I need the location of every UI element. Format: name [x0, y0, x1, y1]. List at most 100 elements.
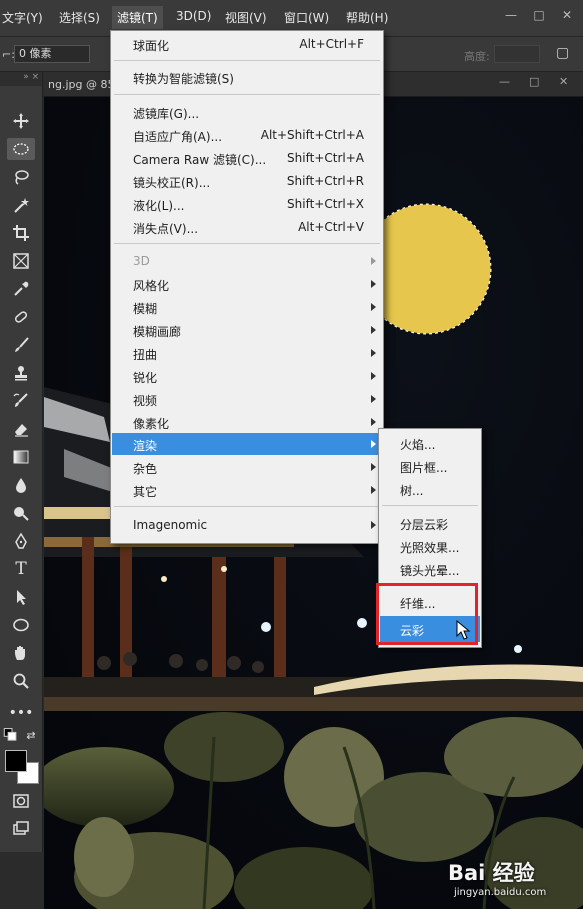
- menu-item-vanishing-point[interactable]: 消失点(V)... Alt+Ctrl+V: [112, 216, 382, 238]
- path-selection-icon[interactable]: [7, 586, 35, 608]
- menu-item-label: 转换为智能滤镜(S): [133, 72, 234, 86]
- baidu-logo: Bai 经验: [448, 861, 535, 885]
- menu-help[interactable]: 帮助(H): [346, 9, 388, 26]
- brush-icon[interactable]: [7, 334, 35, 356]
- frame-icon[interactable]: [7, 250, 35, 272]
- menu-item-label: 其它: [133, 485, 158, 499]
- submenu-arrow-icon: [371, 303, 376, 311]
- close-icon[interactable]: ✕: [553, 5, 581, 25]
- submenu-item-difference-clouds[interactable]: 分层云彩: [380, 512, 480, 534]
- menu-item-blur[interactable]: 模糊: [112, 296, 382, 318]
- default-colors-icon[interactable]: [3, 728, 21, 742]
- doc-minimize-icon[interactable]: —: [499, 75, 510, 88]
- quick-mask-icon[interactable]: [7, 790, 35, 812]
- menu-item-label: 像素化: [133, 417, 170, 431]
- gradient-icon[interactable]: [7, 446, 35, 468]
- menu-filter[interactable]: 滤镜(T): [112, 6, 163, 29]
- menu-item-label: 树...: [400, 484, 424, 498]
- panel-icon[interactable]: ▢: [556, 45, 569, 61]
- menu-item-distort[interactable]: 扭曲: [112, 342, 382, 364]
- menu-3d[interactable]: 3D(D): [176, 9, 211, 23]
- annotation-highlight-box: [376, 583, 478, 645]
- menu-item-liquify[interactable]: 液化(L)... Shift+Ctrl+X: [112, 193, 382, 215]
- eraser-icon[interactable]: [7, 418, 35, 440]
- menu-window[interactable]: 窗口(W): [284, 9, 329, 26]
- menu-item-render[interactable]: 渲染: [112, 433, 382, 455]
- menu-separator: [114, 243, 380, 244]
- height-input[interactable]: [494, 45, 540, 63]
- healing-brush-icon[interactable]: [7, 306, 35, 328]
- submenu-arrow-icon: [371, 418, 376, 426]
- menu-item-blur-gallery[interactable]: 模糊画廊: [112, 319, 382, 341]
- menu-item-label: 视频: [133, 394, 158, 408]
- menu-item-pixelate[interactable]: 像素化: [112, 411, 382, 433]
- menu-item-label: 滤镜库(G)...: [133, 107, 200, 121]
- menu-view[interactable]: 视图(V): [225, 9, 267, 26]
- swap-colors-icon[interactable]: ⇄: [24, 728, 38, 742]
- dodge-icon[interactable]: [7, 502, 35, 524]
- menu-item-video[interactable]: 视频: [112, 388, 382, 410]
- menu-item-noise[interactable]: 杂色: [112, 456, 382, 478]
- zoom-icon[interactable]: [7, 670, 35, 692]
- menu-item-label: 杂色: [133, 462, 158, 476]
- submenu-arrow-icon: [371, 326, 376, 334]
- pen-icon[interactable]: [7, 530, 35, 552]
- menu-item-shortcut: Alt+Ctrl+V: [298, 220, 364, 234]
- filter-menu: 球面化 Alt+Ctrl+F 转换为智能滤镜(S) 滤镜库(G)... 自适应广…: [110, 30, 384, 544]
- submenu-item-picture-frame[interactable]: 图片框...: [380, 455, 480, 477]
- menu-separator: [114, 60, 380, 61]
- submenu-arrow-icon: [371, 463, 376, 471]
- foreground-color-swatch[interactable]: [5, 750, 27, 772]
- menu-item-shortcut: Shift+Ctrl+X: [287, 197, 364, 211]
- submenu-item-lighting-effects[interactable]: 光照效果...: [380, 535, 480, 557]
- menu-item-spherize[interactable]: 球面化 Alt+Ctrl+F: [112, 33, 382, 55]
- menu-select[interactable]: 选择(S): [59, 9, 100, 26]
- magic-wand-icon[interactable]: [7, 194, 35, 216]
- menu-type[interactable]: 文字(Y): [2, 9, 43, 26]
- menu-item-shortcut: Alt+Shift+Ctrl+A: [260, 128, 364, 142]
- doc-close-icon[interactable]: ✕: [559, 75, 568, 88]
- tools-panel: » × T ••• ⇄: [0, 72, 43, 852]
- maximize-icon[interactable]: □: [525, 5, 553, 25]
- submenu-item-lens-flare[interactable]: 镜头光晕...: [380, 558, 480, 580]
- blur-icon[interactable]: [7, 474, 35, 496]
- crop-icon[interactable]: [7, 222, 35, 244]
- eyedropper-icon[interactable]: [7, 278, 35, 300]
- menu-separator: [114, 94, 380, 95]
- menu-item-filter-gallery[interactable]: 滤镜库(G)...: [112, 101, 382, 123]
- menu-item-adaptive-wide-angle[interactable]: 自适应广角(A)... Alt+Shift+Ctrl+A: [112, 124, 382, 146]
- menu-item-label: 液化(L)...: [133, 199, 185, 213]
- menu-item-convert-smart-filter[interactable]: 转换为智能滤镜(S): [112, 66, 382, 88]
- menu-item-label: 模糊: [133, 302, 158, 316]
- menu-item-label: 火焰...: [400, 438, 436, 452]
- move-tool-icon[interactable]: [7, 110, 35, 132]
- history-brush-icon[interactable]: [7, 390, 35, 412]
- ellipse-icon[interactable]: [7, 614, 35, 636]
- screen-mode-icon[interactable]: [7, 818, 35, 840]
- type-icon[interactable]: T: [7, 558, 35, 580]
- submenu-arrow-icon: [371, 372, 376, 380]
- menu-item-stylize[interactable]: 风格化: [112, 273, 382, 295]
- menu-item-shortcut: Shift+Ctrl+R: [286, 174, 364, 188]
- submenu-item-flame[interactable]: 火焰...: [380, 432, 480, 454]
- menu-item-other[interactable]: 其它: [112, 479, 382, 501]
- document-tab[interactable]: ng.jpg @ 85: [48, 78, 114, 91]
- lasso-icon[interactable]: [7, 166, 35, 188]
- menu-item-lens-correction[interactable]: 镜头校正(R)... Shift+Ctrl+R: [112, 170, 382, 192]
- tools-panel-header[interactable]: » ×: [0, 72, 42, 86]
- clone-stamp-icon[interactable]: [7, 362, 35, 384]
- submenu-item-tree[interactable]: 树...: [380, 478, 480, 500]
- feather-label-icon: ⌐:: [2, 48, 15, 61]
- minimize-icon[interactable]: —: [497, 5, 525, 25]
- elliptical-marquee-icon[interactable]: [7, 138, 35, 160]
- menu-item-label: 3D: [133, 254, 150, 268]
- submenu-arrow-icon: [371, 280, 376, 288]
- more-tools-icon[interactable]: •••: [7, 702, 35, 724]
- feather-input[interactable]: 0 像素: [14, 45, 90, 63]
- doc-restore-icon[interactable]: □: [529, 75, 539, 88]
- menu-item-sharpen[interactable]: 锐化: [112, 365, 382, 387]
- hand-icon[interactable]: [7, 642, 35, 664]
- menu-item-imagenomic[interactable]: Imagenomic: [112, 514, 382, 536]
- menu-item-camera-raw[interactable]: Camera Raw 滤镜(C)... Shift+Ctrl+A: [112, 147, 382, 169]
- menu-item-label: 锐化: [133, 371, 158, 385]
